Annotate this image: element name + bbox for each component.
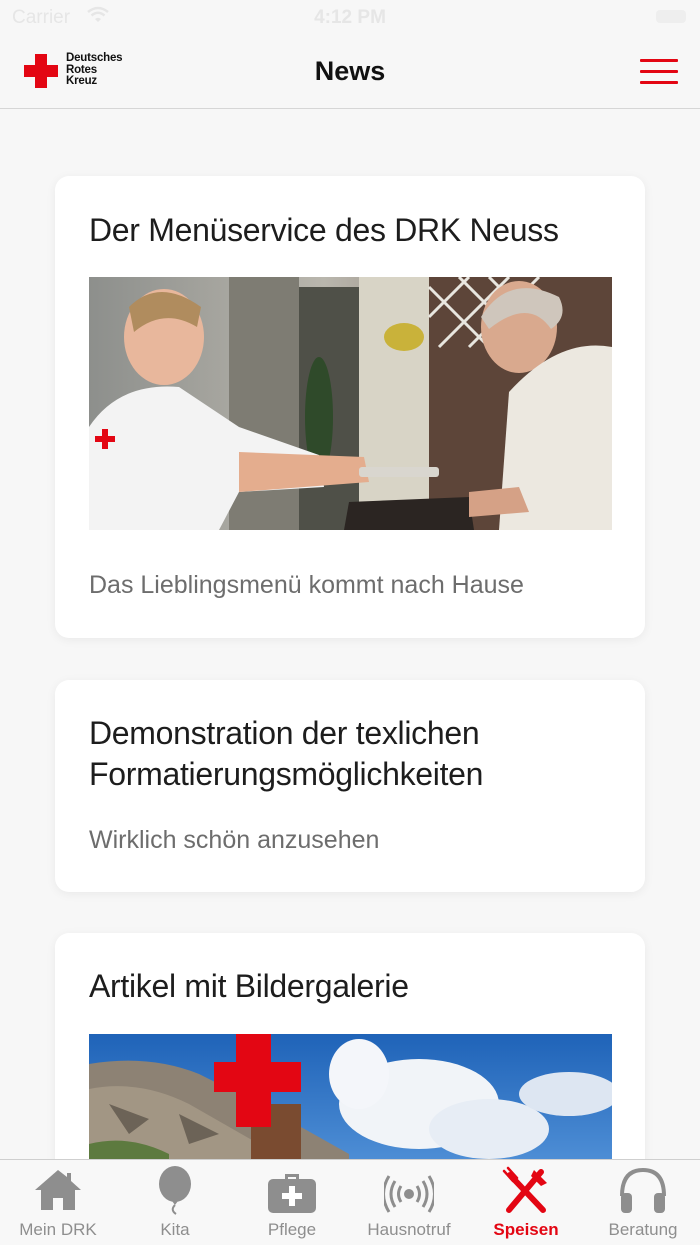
news-card[interactable]: Der Menüservice des DRK Neuss Das Liebli… xyxy=(55,176,645,638)
tab-label: Kita xyxy=(160,1220,190,1239)
hamburger-menu-icon[interactable] xyxy=(640,59,678,85)
news-card[interactable]: Artikel mit Bildergalerie xyxy=(55,933,645,1159)
clock: 4:12 PM xyxy=(314,7,386,28)
tab-hausnotruf[interactable]: Hausnotruf xyxy=(351,1160,467,1245)
tab-speisen[interactable]: Speisen xyxy=(468,1160,584,1245)
news-card-subtitle: Wirklich schön anzusehen xyxy=(89,826,380,854)
tab-kita[interactable]: Kita xyxy=(117,1160,233,1245)
news-list[interactable]: Der Menüservice des DRK Neuss Das Liebli… xyxy=(0,109,700,1159)
tab-beratung[interactable]: Beratung xyxy=(585,1160,700,1245)
home-icon xyxy=(35,1170,81,1210)
tab-mein-drk[interactable]: Mein DRK xyxy=(0,1160,116,1245)
tab-pflege[interactable]: Pflege xyxy=(234,1160,350,1245)
tab-bar: Mein DRK Kita Pflege Hausnotruf Speisen … xyxy=(0,1159,700,1245)
news-card-title: Der Menüservice des DRK Neuss xyxy=(89,212,559,248)
news-card-title: Artikel mit Bildergalerie xyxy=(89,968,409,1004)
tab-label: Hausnotruf xyxy=(367,1220,451,1239)
news-card[interactable]: Demonstration der texlichen Formatierung… xyxy=(55,680,645,892)
meal-delivery-photo xyxy=(89,277,612,530)
fork-knife-icon xyxy=(502,1166,547,1213)
first-aid-kit-icon xyxy=(268,1174,316,1213)
tab-label: Pflege xyxy=(267,1220,317,1239)
signal-icon xyxy=(384,1175,434,1213)
news-card-title: Demonstration der texlichen Formatierung… xyxy=(89,715,484,792)
page-title: News xyxy=(314,56,386,86)
tab-label: Speisen xyxy=(493,1220,559,1239)
headphones-icon xyxy=(620,1167,666,1213)
tab-label: Beratung xyxy=(608,1220,678,1239)
navigation-bar: Deutsches Rotes Kreuz News xyxy=(0,36,700,109)
mountain-cross-photo xyxy=(89,1034,612,1159)
battery-icon xyxy=(656,10,686,23)
tab-label: Mein DRK xyxy=(19,1220,97,1239)
news-card-subtitle: Das Lieblingsmenü kommt nach Hause xyxy=(89,571,524,599)
balloon-icon xyxy=(159,1166,191,1215)
status-bar: Carrier 4:12 PM xyxy=(0,0,700,36)
